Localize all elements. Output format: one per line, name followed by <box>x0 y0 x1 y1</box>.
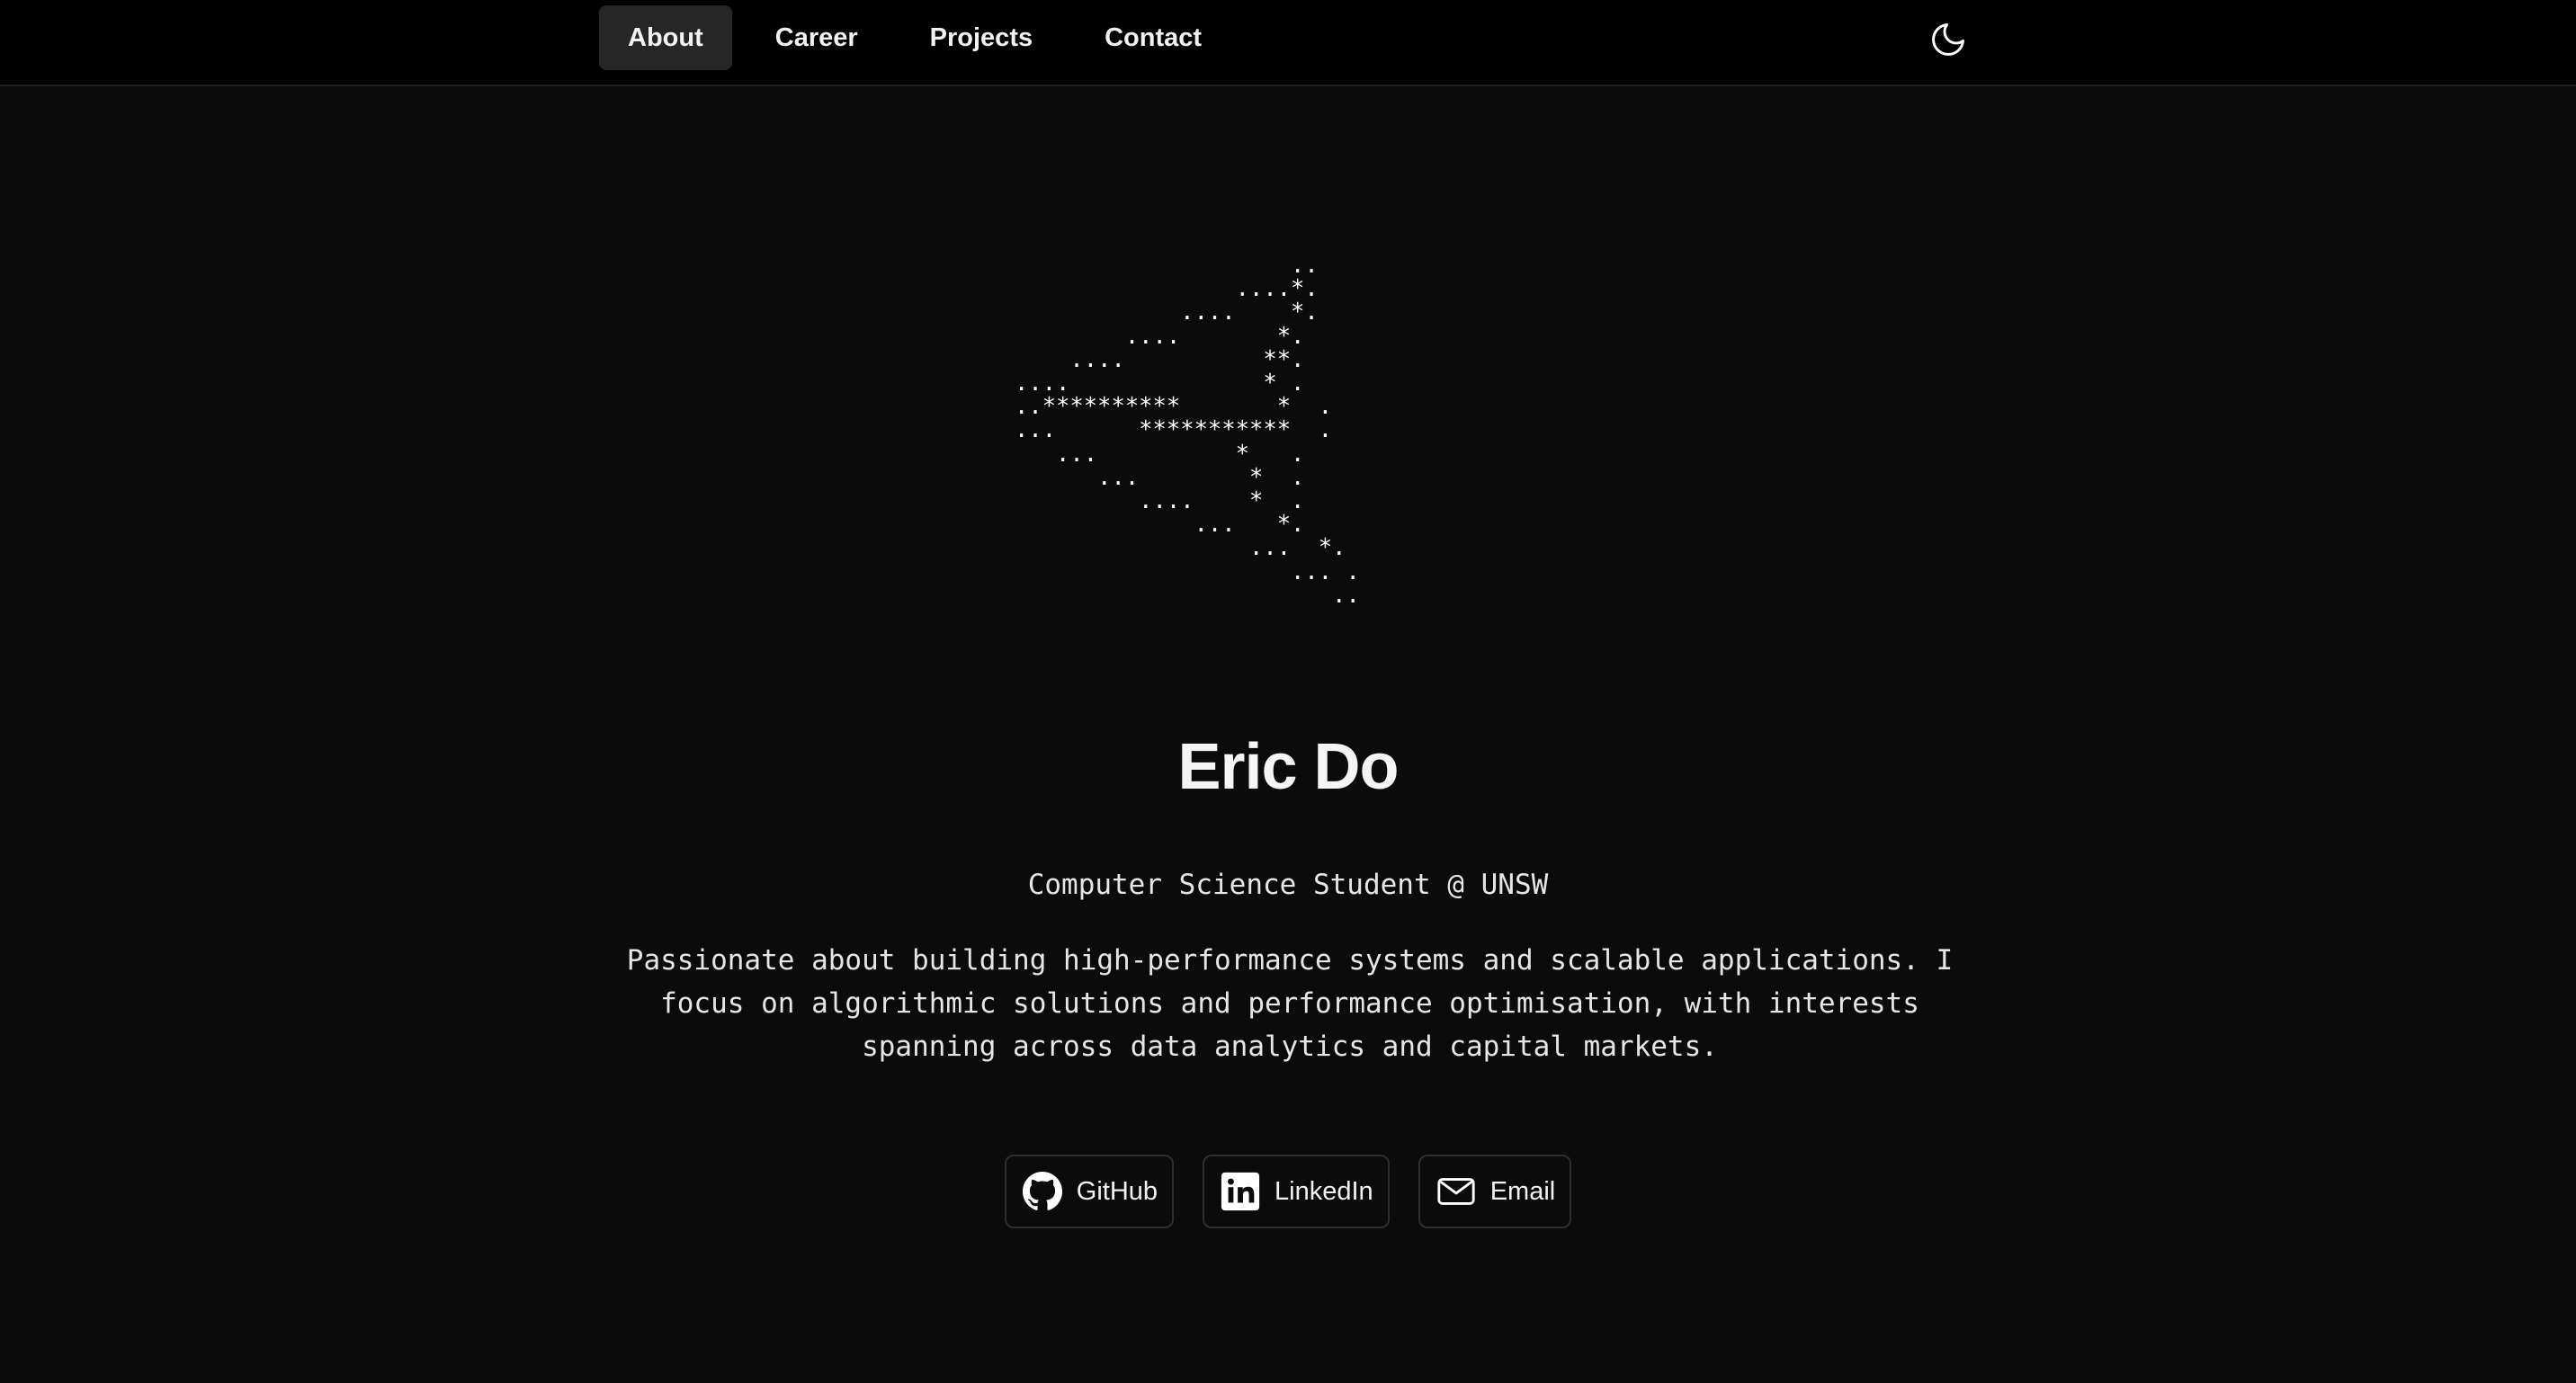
linkedin-icon <box>1219 1170 1262 1213</box>
linkedin-label: LinkedIn <box>1275 1176 1373 1206</box>
email-button[interactable]: Email <box>1418 1155 1572 1228</box>
theme-toggle-button[interactable] <box>1925 16 1972 63</box>
nav-item-contact[interactable]: Contact <box>1076 5 1230 70</box>
main-nav: About Career Projects Contact <box>599 5 1245 70</box>
linkedin-button[interactable]: LinkedIn <box>1203 1155 1390 1228</box>
moon-icon <box>1932 23 1964 56</box>
page-title: Eric Do <box>1177 731 1399 803</box>
mail-icon <box>1435 1170 1478 1213</box>
ascii-art-logo: .. ....*. .... *. .... *. .... **. .... … <box>1015 252 1360 609</box>
subtitle: Computer Science Student @ UNSW <box>1027 869 1549 901</box>
nav-item-about[interactable]: About <box>599 5 732 70</box>
email-label: Email <box>1489 1176 1556 1206</box>
bio-text: Passionate about building high-performan… <box>626 944 1954 1063</box>
top-navigation-bar: About Career Projects Contact <box>0 0 2576 86</box>
github-label: GitHub <box>1076 1176 1158 1206</box>
github-button[interactable]: GitHub <box>1004 1155 1175 1228</box>
github-icon <box>1021 1170 1064 1213</box>
nav-item-career[interactable]: Career <box>747 5 887 70</box>
social-links: GitHub LinkedIn Email <box>0 1155 2576 1228</box>
nav-item-projects[interactable]: Projects <box>901 5 1061 70</box>
